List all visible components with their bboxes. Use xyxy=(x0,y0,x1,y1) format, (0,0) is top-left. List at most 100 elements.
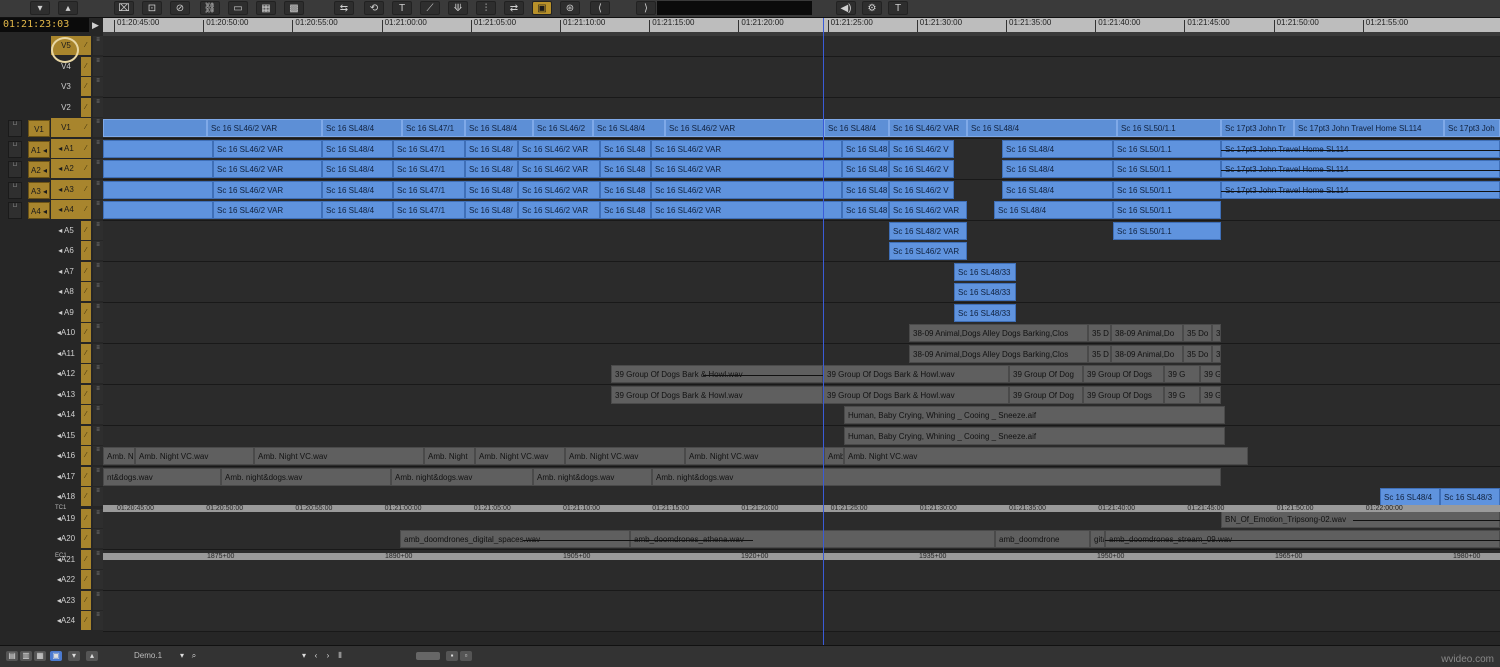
track-lane[interactable] xyxy=(103,426,1500,447)
audio-clip[interactable]: 3 xyxy=(1212,324,1221,342)
playhead-position-indicator[interactable] xyxy=(823,18,824,645)
volume-keyframe-line[interactable] xyxy=(1221,170,1500,171)
track-name-a17[interactable]: ◂A17 xyxy=(51,467,81,486)
track-lane[interactable] xyxy=(103,405,1500,426)
track-lane[interactable] xyxy=(103,77,1500,98)
track-monitor-icon[interactable]: ≡ xyxy=(93,591,103,610)
toolbar-button-14[interactable]: ⟱ xyxy=(448,1,468,15)
audio-clip[interactable]: Sc 16 SL48/4 xyxy=(1002,160,1113,178)
audio-clip[interactable]: Sc 16 SL46/2 VAR xyxy=(518,160,600,178)
video-clip[interactable]: Sc 16 SL48/4 xyxy=(593,119,665,137)
audio-clip[interactable]: Sc 16 SL46/2 VAR xyxy=(651,181,842,199)
track-monitor-icon[interactable]: ≡ xyxy=(93,98,103,117)
track-sync-lock-icon[interactable]: ⁄ xyxy=(81,282,91,301)
audio-clip[interactable]: Sc 16 SL46/2 VAR xyxy=(518,201,600,219)
track-sync-lock-icon[interactable]: ⁄ xyxy=(81,262,91,281)
audio-clip[interactable]: Sc 16 SL46/2 VAR xyxy=(213,160,322,178)
source-track-patch[interactable]: V1 xyxy=(28,120,50,137)
toolbar-button-6[interactable]: ⛓ xyxy=(200,1,220,15)
track-name-a11[interactable]: ◂A11 xyxy=(51,344,81,363)
toolbar-button-8[interactable]: ▦ xyxy=(256,1,276,15)
audio-clip[interactable]: Sc 16 SL46/2 VAR xyxy=(213,140,322,158)
audio-clip[interactable]: 38-09 Animal,Do xyxy=(1111,345,1183,363)
clip-color-icon[interactable]: ▥ xyxy=(20,651,32,661)
track-name-a16[interactable]: ◂A16 xyxy=(51,446,81,465)
track-monitor-icon[interactable]: ≡ xyxy=(93,323,103,342)
toolbar-button-18[interactable]: ⊛ xyxy=(560,1,580,15)
track-monitor-icon[interactable]: ≡ xyxy=(93,426,103,445)
sequence-menu-icon[interactable]: ▾ xyxy=(176,651,188,661)
audio-clip[interactable]: Sc 16 SL48/2 VAR xyxy=(889,222,967,240)
toolbar-button-12[interactable]: T xyxy=(392,1,412,15)
audio-clip[interactable]: Sc 17pt3 John Travel Home SL114 xyxy=(1221,160,1500,178)
timecode-display[interactable]: 01:21:23:03 xyxy=(0,18,89,32)
audio-clip[interactable]: 3 xyxy=(1212,345,1221,363)
track-sync-lock-icon[interactable]: ⁄ xyxy=(81,200,91,219)
track-monitor-icon[interactable]: ≡ xyxy=(93,282,103,301)
audio-clip[interactable]: nt&dogs.wav xyxy=(103,468,221,486)
audio-clip[interactable]: Sc 16 SL46/2 VAR xyxy=(889,201,967,219)
audio-clip[interactable]: 39 Group Of Dogs xyxy=(1083,386,1164,404)
track-name-a2[interactable]: ◂ A2 xyxy=(51,159,81,178)
audio-clip[interactable]: Sc 16 SL47/1 xyxy=(393,201,465,219)
volume-keyframe-line[interactable] xyxy=(1221,150,1500,151)
toolbar-button-22[interactable]: ⚙ xyxy=(862,1,882,15)
toolbar-button-23[interactable]: T xyxy=(888,1,908,15)
track-sync-lock-icon[interactable]: ⁄ xyxy=(81,323,91,342)
audio-clip[interactable]: 35 D xyxy=(1088,324,1111,342)
audio-clip[interactable] xyxy=(103,160,213,178)
audio-clip[interactable]: 39 Gro xyxy=(1200,386,1221,404)
audio-clip[interactable]: 38-09 Animal,Dogs Alley Dogs Barking,Clo… xyxy=(909,324,1088,342)
menu-up-icon[interactable]: ▴ xyxy=(86,651,98,661)
track-sync-lock-icon[interactable]: ⁄ xyxy=(81,36,91,55)
scroll-menu-icon[interactable]: ▾ xyxy=(298,651,310,661)
track-sync-lock-icon[interactable]: ⁄ xyxy=(81,405,91,424)
audio-clip[interactable]: Amb. Night VC.wav xyxy=(565,447,685,465)
track-monitor-icon[interactable]: ≡ xyxy=(93,77,103,96)
video-clip[interactable]: Sc 16 SL46/2 VAR xyxy=(889,119,967,137)
track-name-a22[interactable]: ◂A22 xyxy=(51,570,81,589)
toolbar-button-19[interactable]: ⟨ xyxy=(590,1,610,15)
audio-clip[interactable]: Amb. Night VC.wav xyxy=(135,447,254,465)
audio-clip[interactable]: Sc 16 SL48/4 xyxy=(322,140,393,158)
video-clip[interactable]: Sc 16 SL46/2 VAR xyxy=(665,119,824,137)
search-icon[interactable]: ⌕ xyxy=(188,651,200,661)
track-record-button[interactable]: ⊔ xyxy=(8,141,22,158)
track-monitor-icon[interactable]: ≡ xyxy=(93,159,103,178)
monitor-icon[interactable]: ▣ xyxy=(50,651,62,661)
video-clip[interactable]: Sc 16 SL48/4 xyxy=(824,119,889,137)
track-lane[interactable] xyxy=(103,570,1500,591)
track-sync-lock-icon[interactable]: ⁄ xyxy=(81,241,91,260)
audio-clip[interactable]: Amb. night&dogs.wav xyxy=(221,468,391,486)
toggle-source-record-icon[interactable]: ▤ xyxy=(6,651,18,661)
track-record-button[interactable]: ⊔ xyxy=(8,202,22,219)
toolbar-button-13[interactable]: ⟋ xyxy=(420,1,440,15)
audio-clip[interactable] xyxy=(103,140,213,158)
track-sync-lock-icon[interactable]: ⁄ xyxy=(81,303,91,322)
volume-keyframe-line[interactable] xyxy=(1105,540,1500,541)
track-sync-lock-icon[interactable]: ⁄ xyxy=(81,446,91,465)
track-monitor-icon[interactable]: ≡ xyxy=(93,344,103,363)
audio-clip[interactable]: BN_Of_Emotion_Tripsong-02.wav xyxy=(1221,510,1500,528)
track-name-a4[interactable]: ◂ A4 xyxy=(51,200,81,219)
audio-clip[interactable]: Sc 16 SL46/2 VAR xyxy=(213,201,322,219)
toolbar-button-3[interactable]: ⌧ xyxy=(114,1,134,15)
audio-clip[interactable]: gital_s xyxy=(1090,530,1105,548)
track-sync-lock-icon[interactable]: ⁄ xyxy=(81,139,91,158)
track-monitor-icon[interactable]: ≡ xyxy=(93,364,103,383)
audio-clip[interactable]: 39 Group Of Dog xyxy=(1009,386,1083,404)
audio-clip[interactable]: Amb. Night xyxy=(424,447,475,465)
audio-clip[interactable]: Sc 16 SL48 xyxy=(842,160,889,178)
track-sync-lock-icon[interactable]: ⁄ xyxy=(81,611,91,630)
audio-clip[interactable]: Amb. Night VC.wav xyxy=(685,447,824,465)
track-monitor-icon[interactable]: ≡ xyxy=(93,405,103,424)
track-monitor-icon[interactable]: ≡ xyxy=(93,509,103,528)
toolbar-button-15[interactable]: ⫶ xyxy=(476,1,496,15)
audio-clip[interactable]: Sc 16 SL46/2 VAR xyxy=(651,201,842,219)
audio-clip[interactable]: Sc 16 SL48/ xyxy=(465,181,518,199)
track-name-a3[interactable]: ◂ A3 xyxy=(51,180,81,199)
audio-clip[interactable]: Sc 16 SL48/4 xyxy=(1002,140,1113,158)
track-monitor-icon[interactable]: ≡ xyxy=(93,385,103,404)
track-sync-lock-icon[interactable]: ⁄ xyxy=(81,487,91,506)
track-lane[interactable] xyxy=(103,323,1500,344)
